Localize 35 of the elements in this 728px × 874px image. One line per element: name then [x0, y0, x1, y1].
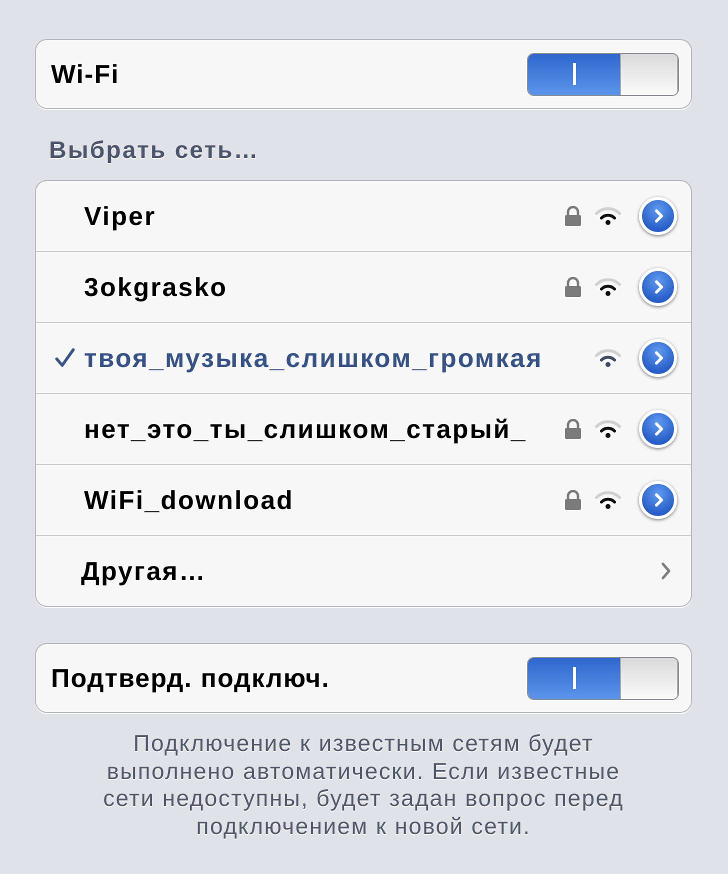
wifi-signal-icon	[595, 491, 621, 509]
network-name: твоя_музыка_слишком_громкая	[84, 342, 544, 374]
network-name: нет_это_ты_слишком_старый_	[84, 414, 528, 444]
network-row[interactable]: WiFi_download	[36, 464, 691, 535]
details-button[interactable]	[639, 481, 677, 519]
wifi-label: Wi-Fi	[51, 58, 120, 90]
wifi-signal-icon	[595, 349, 621, 367]
network-row[interactable]: 3okgrasko	[36, 251, 691, 322]
details-button[interactable]	[639, 268, 677, 306]
other-network-label: Другая…	[81, 556, 208, 586]
other-network-row[interactable]: Другая…	[36, 535, 691, 606]
network-row[interactable]: твоя_музыка_слишком_громкая	[36, 322, 691, 393]
chevron-icon	[653, 492, 665, 508]
chevron-icon	[653, 279, 665, 295]
section-heading: Выбрать сеть…	[49, 137, 260, 165]
chevron-icon	[653, 421, 665, 437]
network-row[interactable]: нет_это_ты_слишком_старый_	[36, 393, 691, 464]
network-row[interactable]: Viper	[36, 181, 691, 251]
ask-to-join-label: Подтверд. подключ.	[51, 662, 330, 694]
network-name: 3okgrasko	[84, 272, 229, 302]
wifi-signal-icon	[595, 420, 621, 438]
wifi-toggle[interactable]	[527, 52, 679, 96]
chevron-icon	[653, 350, 665, 366]
network-name: WiFi_download	[84, 484, 295, 516]
ask-to-join-toggle[interactable]	[527, 656, 679, 700]
details-button[interactable]	[639, 410, 677, 448]
chevron-icon	[653, 208, 665, 224]
wifi-signal-icon	[595, 207, 621, 225]
details-button[interactable]	[639, 197, 677, 235]
checkmark-icon	[54, 347, 76, 369]
wifi-signal-icon	[595, 278, 621, 296]
network-name: Viper	[84, 200, 158, 232]
chevron-icon	[661, 562, 671, 580]
details-button[interactable]	[639, 339, 677, 377]
footer-note: Подключение к известным сетям будет выполнено автоматически. Если известные сети недоступны, будет задан вопрос перед подключением к новой сети.	[102, 730, 625, 840]
